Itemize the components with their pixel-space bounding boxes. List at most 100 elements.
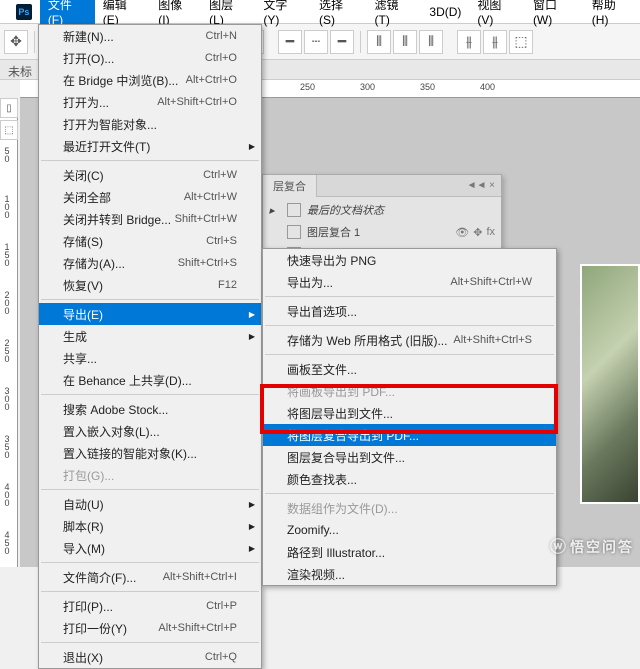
menu-item[interactable]: 打开为智能对象... — [39, 113, 261, 135]
menu-item-shortcut: Shift+Ctrl+W — [175, 213, 237, 225]
menu-item-label: 图层复合导出到文件... — [287, 449, 405, 466]
state-label: 最后的文档状态 — [307, 202, 384, 218]
menu-item[interactable]: 路径到 Illustrator... — [263, 541, 556, 563]
menu-item[interactable]: 新建(N)...Ctrl+N — [39, 25, 261, 47]
menu-item[interactable]: 搜索 Adobe Stock... — [39, 398, 261, 420]
comp-icon — [287, 225, 301, 239]
menu-type[interactable]: 文字(Y) — [255, 0, 311, 31]
menu-filter[interactable]: 滤镜(T) — [367, 0, 422, 31]
distribute-btn[interactable]: ⫵ — [483, 30, 507, 54]
menu-item[interactable]: 图层复合导出到文件... — [263, 446, 556, 468]
menu-item[interactable]: 打印一份(Y) Alt+Shift+Ctrl+P — [39, 617, 261, 639]
align-btn[interactable]: ━ — [330, 30, 354, 54]
last-document-state[interactable]: ▸ 最后的文档状态 — [265, 199, 499, 221]
menu-item[interactable]: 导入(M) — [39, 537, 261, 559]
apply-icon: ▸ — [269, 204, 281, 216]
align-btn[interactable]: ━ — [278, 30, 302, 54]
menu-item[interactable]: 存储为(A)... Shift+Ctrl+S — [39, 252, 261, 274]
menu-item[interactable]: 生成 — [39, 325, 261, 347]
menu-item-shortcut: Alt+Shift+Ctrl+I — [163, 571, 237, 583]
menu-item[interactable]: 将图层导出到文件... — [263, 402, 556, 424]
menu-item[interactable]: 导出为... Alt+Shift+Ctrl+W — [263, 271, 556, 293]
menu-item[interactable]: 关闭(C)Ctrl+W — [39, 164, 261, 186]
watermark-logo-icon: ⓦ — [550, 539, 568, 556]
distribute-btn[interactable]: ⫴ — [367, 30, 391, 54]
menu-item[interactable]: 恢复(V)F12 — [39, 274, 261, 296]
distribute-btn[interactable]: ⫴ — [419, 30, 443, 54]
distribute-btn[interactable]: ⫴ — [393, 30, 417, 54]
menu-item-label: 生成 — [63, 328, 87, 345]
menu-item[interactable]: 打开为...Alt+Shift+Ctrl+O — [39, 91, 261, 113]
menu-item[interactable]: 在 Behance 上共享(D)... — [39, 369, 261, 391]
menu-item-shortcut: F12 — [218, 279, 237, 291]
menu-item-label: 最近打开文件(T) — [63, 138, 150, 155]
menu-item[interactable]: 存储为 Web 所用格式 (旧版)...Alt+Shift+Ctrl+S — [263, 329, 556, 351]
menu-item-shortcut: Alt+Shift+Ctrl+S — [453, 334, 532, 346]
tool-b[interactable]: ⬚ — [0, 120, 18, 140]
menu-item-shortcut: Shift+Ctrl+S — [178, 257, 237, 269]
menu-item[interactable]: 最近打开文件(T) — [39, 135, 261, 157]
menu-item-label: 打开(O)... — [63, 50, 114, 67]
menu-item[interactable]: 置入链接的智能对象(K)... — [39, 442, 261, 464]
menu-item[interactable]: Zoomify... — [263, 519, 556, 541]
menu-item-shortcut: Ctrl+Q — [205, 651, 237, 663]
menu-item[interactable]: 导出(E) — [39, 303, 261, 325]
menu-select[interactable]: 选择(S) — [311, 0, 367, 31]
menu-item-shortcut: Alt+Ctrl+O — [186, 74, 237, 86]
state-icon — [287, 203, 301, 217]
menu-item[interactable]: 打开(O)...Ctrl+O — [39, 47, 261, 69]
menu-item[interactable]: 脚本(R) — [39, 515, 261, 537]
position-icon[interactable]: ✥ — [473, 226, 482, 239]
move-tool-icon[interactable]: ✥ — [4, 30, 28, 54]
menu-window[interactable]: 窗口(W) — [525, 0, 584, 31]
menu-item[interactable]: 置入嵌入对象(L)... — [39, 420, 261, 442]
menu-item[interactable]: 文件简介(F)...Alt+Shift+Ctrl+I — [39, 566, 261, 588]
menu-item[interactable]: 共享... — [39, 347, 261, 369]
menu-item-shortcut: Alt+Ctrl+W — [184, 191, 237, 203]
panel-tab-layer-comps[interactable]: 层复合 — [263, 175, 317, 197]
menu-item-label: Zoomify... — [287, 523, 339, 537]
panel-collapse-icon[interactable]: ◄◄ × — [461, 180, 501, 191]
distribute-btn[interactable]: ⫵ — [457, 30, 481, 54]
menu-item[interactable]: 快速导出为 PNG — [263, 249, 556, 271]
menu-item: 数据组作为文件(D)... — [263, 497, 556, 519]
menu-item-label: 打印一份(Y) — [63, 620, 127, 637]
menu-item-label: 将图层导出到文件... — [287, 405, 393, 422]
menu-item-label: 存储为(A)... — [63, 255, 125, 272]
menu-view[interactable]: 视图(V) — [469, 0, 525, 31]
menu-item[interactable]: 画板至文件... — [263, 358, 556, 380]
tool-a[interactable]: ▯ — [0, 98, 18, 118]
menu-item[interactable]: 存储(S)Ctrl+S — [39, 230, 261, 252]
menu-help[interactable]: 帮助(H) — [584, 0, 640, 31]
ruler-vertical: 050100150200250300350400450 — [0, 98, 18, 567]
menu-item[interactable]: 关闭并转到 Bridge...Shift+Ctrl+W — [39, 208, 261, 230]
fx-icon[interactable]: fx — [486, 226, 495, 239]
menu-item-shortcut: Alt+Shift+Ctrl+P — [158, 622, 237, 634]
menu-item[interactable]: 颜色查找表... — [263, 468, 556, 490]
3d-mode-btn[interactable]: ⬚ — [509, 30, 533, 54]
layer-comp-row[interactable]: 图层复合 1 👁 ✥ fx — [265, 221, 499, 243]
menu-item-label: 颜色查找表... — [287, 471, 357, 488]
menu-item[interactable]: 打印(P)...Ctrl+P — [39, 595, 261, 617]
watermark: ⓦ悟空问答 — [550, 533, 634, 557]
menu-item[interactable]: 自动(U) — [39, 493, 261, 515]
align-btn[interactable]: ┄ — [304, 30, 328, 54]
menu-item-label: 在 Bridge 中浏览(B)... — [63, 72, 178, 89]
separator — [34, 31, 35, 53]
menu-item-label: 自动(U) — [63, 496, 104, 513]
visibility-icon[interactable]: 👁 — [455, 226, 469, 239]
menu-item-label: 导出为... — [287, 274, 333, 291]
menu-3d[interactable]: 3D(D) — [421, 1, 469, 23]
menu-item[interactable]: 关闭全部Alt+Ctrl+W — [39, 186, 261, 208]
comp-label: 图层复合 1 — [307, 224, 360, 240]
menu-item-label: 导出(E) — [63, 306, 103, 323]
menu-item[interactable]: 在 Bridge 中浏览(B)... Alt+Ctrl+O — [39, 69, 261, 91]
menu-item-shortcut: Alt+Shift+Ctrl+W — [450, 276, 532, 288]
menu-item-label: 退出(X) — [63, 649, 103, 666]
menu-item[interactable]: 渲染视频... — [263, 563, 556, 585]
menu-item[interactable]: 导出首选项... — [263, 300, 556, 322]
tool-panel: ▯ ⬚ — [0, 98, 20, 140]
menu-item[interactable]: 将图层复合导出到 PDF... — [263, 424, 556, 446]
menu-item[interactable]: 退出(X) Ctrl+Q — [39, 646, 261, 668]
menu-item-label: 脚本(R) — [63, 518, 104, 535]
